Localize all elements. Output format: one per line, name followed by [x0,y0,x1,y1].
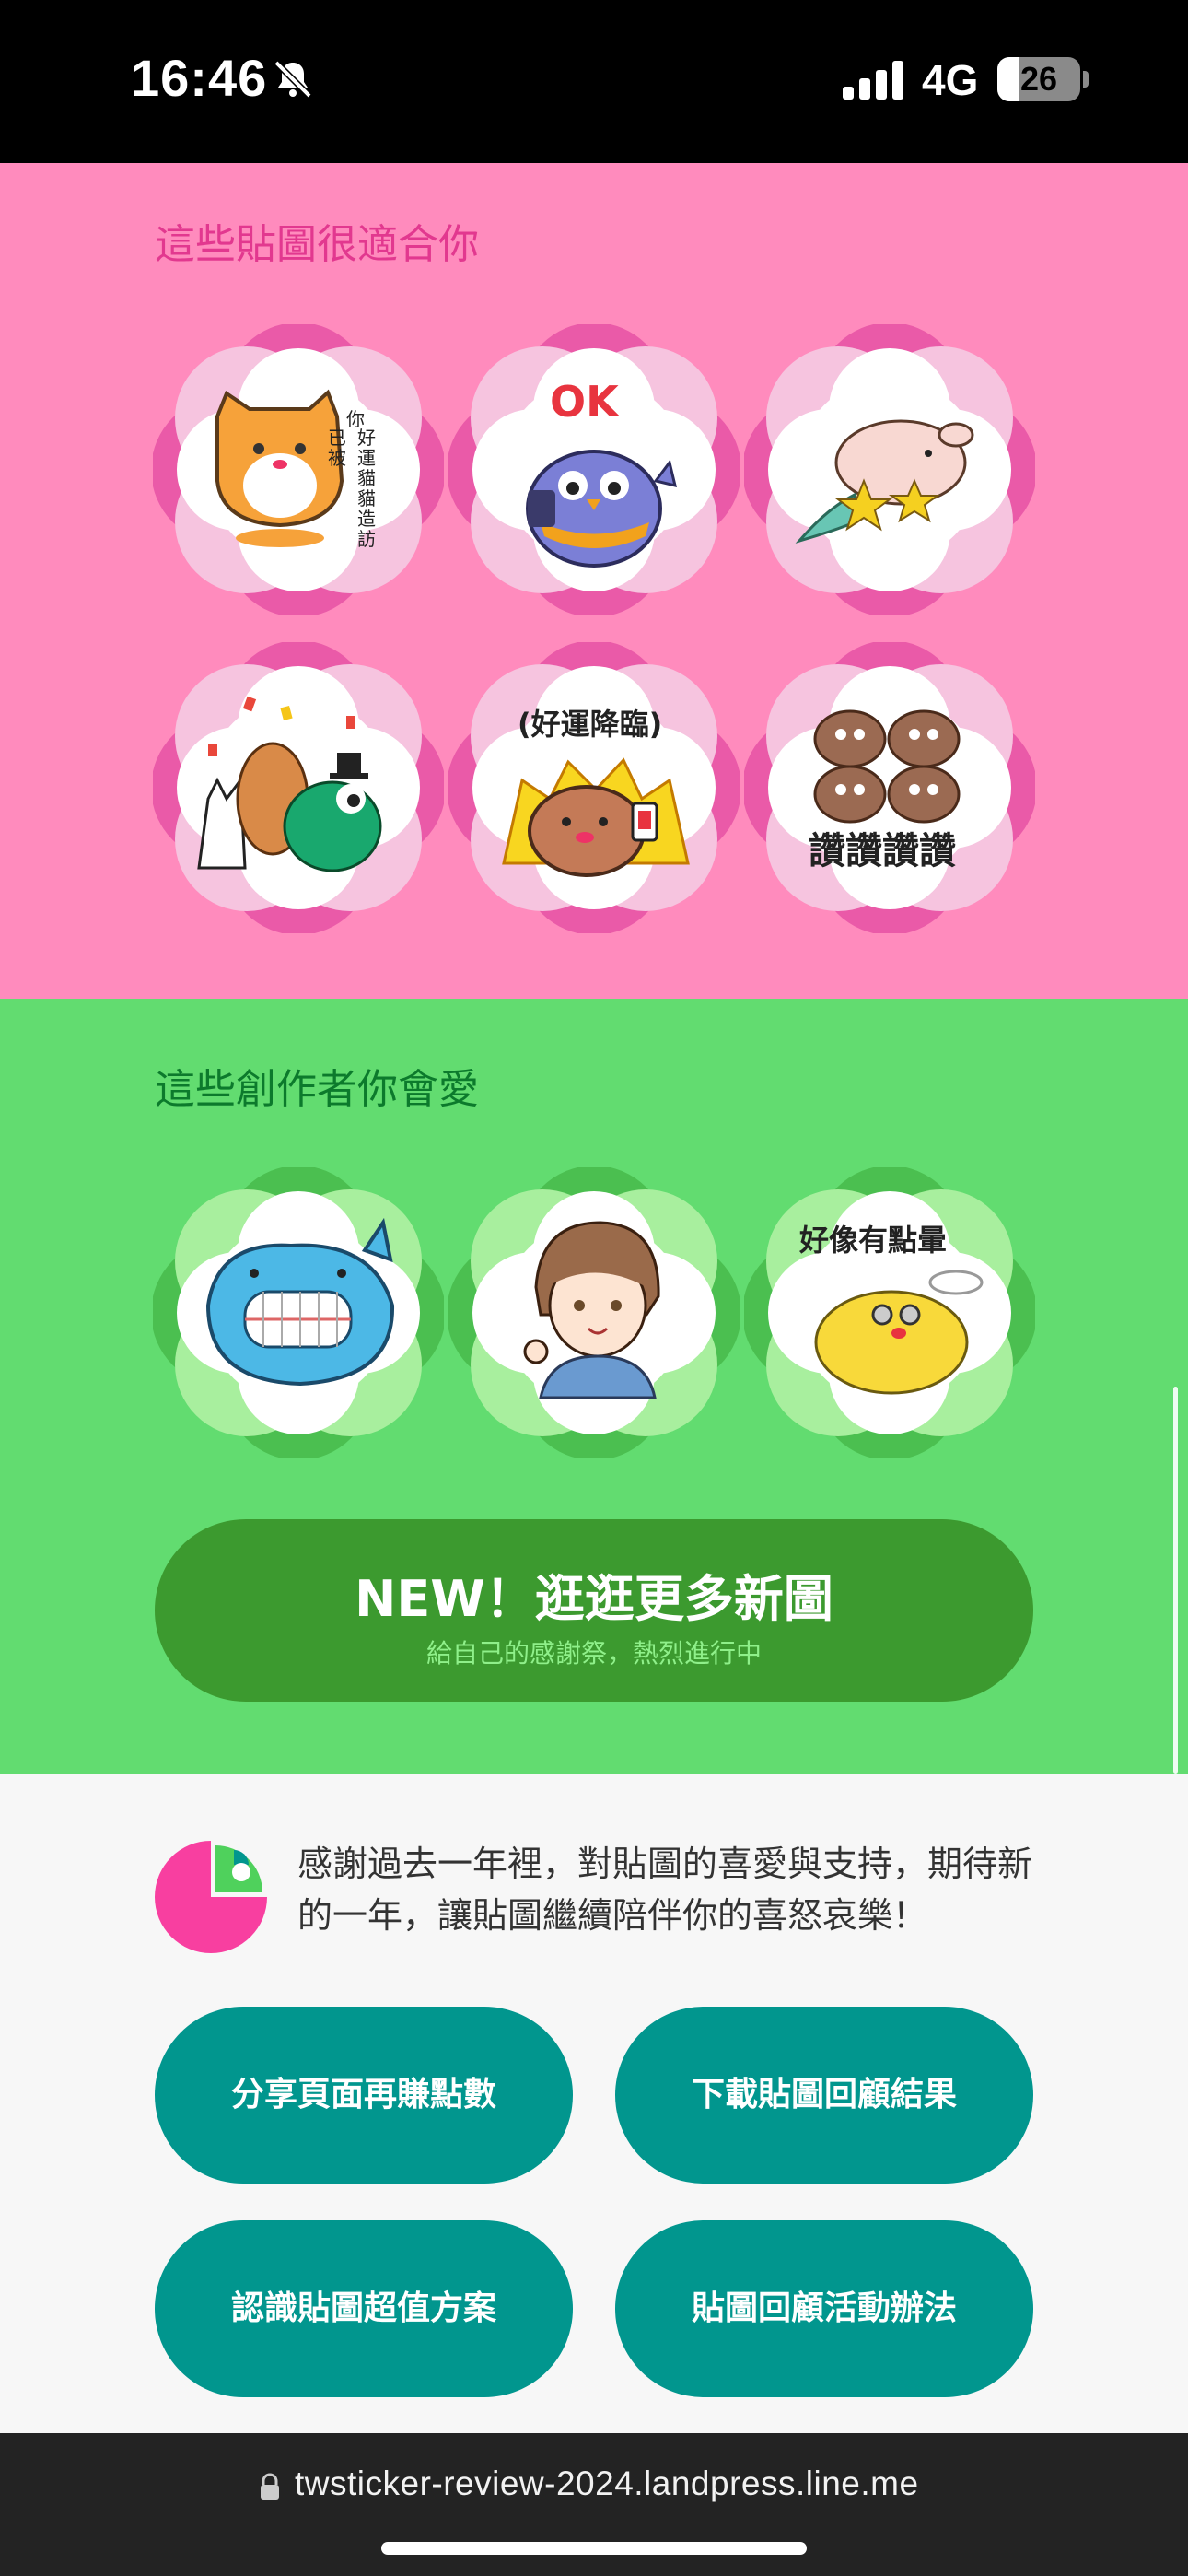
svg-text:貓: 貓 [357,467,376,489]
battery-icon: 26 [997,57,1080,101]
scrollbar[interactable] [1173,1387,1178,1774]
section-title: 這些貼圖很適合你 [155,221,479,268]
network-type: 4G [922,56,979,104]
lock-icon [261,2473,279,2500]
browse-new-stickers-button[interactable]: NEW！逛逛更多新圖 給自己的感謝祭，熱烈進行中 [155,1519,1033,1702]
lucky-bear-sticker[interactable]: (好運降臨) [448,642,740,933]
recommended-creators-section: 這些創作者你會愛 好像有點暈 NEW！逛逛更多新圖 給自己的感謝祭，熱烈進行中 [0,999,1188,1774]
praise-potato-sticker[interactable]: 讚讚讚讚 [744,642,1035,933]
battery-level: 26 [1019,60,1058,98]
svg-text:已: 已 [328,427,346,449]
cta-subtitle: 給自己的感謝祭，熱烈進行中 [425,1638,762,1669]
blue-shark-icon [205,1217,395,1387]
svg-text:被: 被 [328,447,346,469]
orange-cat-icon: 你 已 被 好 運 貓 貓 造 訪 [215,389,376,550]
blue-bird-ok-sticker[interactable]: OK [448,324,740,615]
signal-icon [843,61,903,100]
thanks-message: 感謝過去一年裡，對貼圖的喜愛與支持，期待新的一年，讓貼圖繼續陪伴你的喜怒哀樂！ [297,1844,1033,1936]
svg-text:讚讚讚讚: 讚讚讚讚 [809,830,956,872]
svg-text:貓: 貓 [357,487,376,509]
svg-text:OK: OK [550,377,621,427]
svg-text:好: 好 [357,427,376,449]
url-text[interactable]: twsticker-review-2024.landpress.line.me [295,2465,919,2503]
share-page-button[interactable]: 分享頁面再賺點數 [155,2007,573,2184]
browser-url-bar[interactable]: twsticker-review-2024.landpress.line.me [0,2433,1188,2576]
section-title: 這些創作者你會愛 [155,1066,479,1113]
sticker-review-logo-icon [155,1841,267,1953]
praise-potato-icon: 讚讚讚讚 [809,709,961,872]
svg-text:造: 造 [357,508,376,530]
blue-bird-icon: OK [526,377,678,568]
anime-boy-icon [523,1221,660,1399]
orange-cat-sticker[interactable]: 你 已 被 好 運 貓 貓 造 訪 [153,324,444,615]
mermaid-pig-icon [795,419,974,544]
recommended-stickers-section: 這些貼圖很適合你 你 已 被 好 運 貓 貓 造 訪 OK (好運降臨) 讚讚讚… [0,163,1188,999]
cta-title: NEW！逛逛更多新圖 [355,1570,833,1628]
animal-group-icon [197,696,382,872]
animal-group-sticker[interactable] [153,642,444,933]
anime-boy-creator[interactable] [448,1167,740,1458]
learn-premium-plan-button[interactable]: 認識貼圖超值方案 [155,2220,573,2397]
status-time: 16:46 [131,49,268,107]
yellow-chick-creator[interactable]: 好像有點暈 [744,1167,1035,1458]
mermaid-pig-sticker[interactable] [744,324,1035,615]
home-indicator[interactable] [381,2542,807,2555]
svg-text:運: 運 [357,447,376,469]
battery-tip [1083,71,1089,88]
bell-slash-icon [274,60,312,99]
yellow-chick-icon: 好像有點暈 [798,1223,984,1395]
status-bar: 16:46 4G 26 [0,0,1188,163]
download-results-button[interactable]: 下載貼圖回顧結果 [615,2007,1033,2184]
footer-section: 感謝過去一年裡，對貼圖的喜愛與支持，期待新的一年，讓貼圖繼續陪伴你的喜怒哀樂！ … [0,1774,1188,2433]
svg-text:訪: 訪 [357,528,376,550]
event-rules-button[interactable]: 貼圖回顧活動辦法 [615,2220,1033,2397]
svg-text:好像有點暈: 好像有點暈 [798,1223,947,1258]
lucky-bear-icon: (好運降臨) [502,707,690,877]
svg-text:(好運降臨): (好運降臨) [518,707,662,742]
blue-shark-creator[interactable] [153,1167,444,1458]
